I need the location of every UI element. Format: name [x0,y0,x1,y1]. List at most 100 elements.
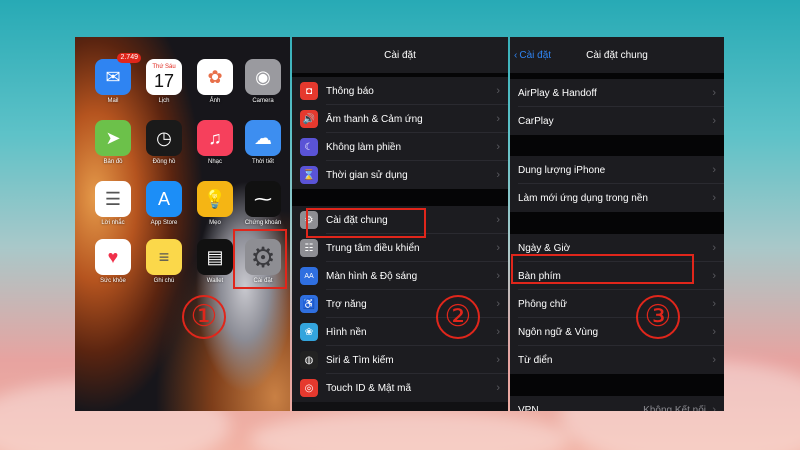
step-2-marker: ② [436,295,480,339]
app-label: Đồng hồ [152,159,176,165]
sound-icon: 🔊 [300,110,318,128]
app-mail[interactable]: ✉ 2.749 Mail [91,53,141,104]
step-1-marker: ① [182,295,226,339]
general-row-highlight [306,208,426,238]
general-title: Cài đặt chung [586,49,648,61]
chevron-right-icon: › [496,214,500,226]
settings-row-touch-id-mat-ma[interactable]: ◎ Touch ID & Mật mã › [292,374,508,402]
app-label: Mail [107,98,119,104]
app-wallet[interactable]: ▤ Wallet [193,239,237,284]
settings-row-airplay-handoff[interactable]: AirPlay & Handoff › [510,79,724,107]
back-label: Cài đặt [519,49,552,61]
app-ban-do[interactable]: ➤ Bản đồ [91,120,135,165]
settings-row-am-thanh-cam-ung[interactable]: 🔊 Âm thanh & Cảm ứng › [292,105,508,133]
row-label: CarPlay [518,115,554,127]
app-app-store[interactable]: A App Store [142,181,186,226]
settings-row-carplay[interactable]: CarPlay › [510,107,724,135]
chevron-right-icon: › [712,164,716,176]
chevron-right-icon: › [496,382,500,394]
app-label: Bản đồ [103,159,123,165]
app-label: Nhạc [207,159,222,165]
app-lich[interactable]: Thứ Sáu 17 Lịch [142,59,186,104]
row-label: Thông báo [326,85,374,97]
chevron-right-icon: › [712,354,716,366]
app-label: Lời nhắc [101,220,125,226]
row-label: Trợ năng [326,298,367,310]
chevron-right-icon: › [712,326,716,338]
app-label: Chứng khoán [244,220,282,226]
app-loi-nhac[interactable]: ☰ Lời nhắc [91,181,135,226]
chevron-right-icon: › [712,404,716,411]
health-icon: ♥ [95,239,131,275]
settings-row-dung-luong-iphone[interactable]: Dung lượng iPhone › [510,156,724,184]
settings-screen: Cài đặt ◘ Thông báo › 🔊 Âm thanh & Cảm ứng › ☾… [292,37,508,411]
settings-row-khong-lam-phien[interactable]: ☾ Không làm phiền › [292,133,508,161]
calendar-icon: Thứ Sáu 17 [146,59,182,95]
tips-icon: 💡 [197,181,233,217]
settings-row-man-hinh-do-sang[interactable]: AA Màn hình & Độ sáng › [292,262,508,290]
row-label: Phông chữ [518,298,567,310]
app-dong-ho[interactable]: ◷ Đồng hồ [142,120,186,165]
group-separator [510,212,724,234]
settings-row-tu-dien[interactable]: Từ điển › [510,346,724,374]
chevron-right-icon: › [712,270,716,282]
stocks-icon: ⁓ [245,181,281,217]
step-3-marker: ③ [636,295,680,339]
app-camera[interactable]: ◉ Camera [241,59,285,104]
notes-icon: ≡ [146,239,182,275]
settings-row-trung-tam-dieu-khien[interactable]: ☷ Trung tâm điều khiển › [292,234,508,262]
app-anh[interactable]: ✿ Ảnh [193,59,237,104]
settings-app-highlight [233,229,287,289]
chevron-right-icon: › [496,326,500,338]
chevron-right-icon: › [712,298,716,310]
row-label: Màn hình & Độ sáng [326,270,418,282]
background-cloud [250,410,570,450]
photos-icon: ✿ [197,59,233,95]
row-label: Siri & Tìm kiếm [326,354,394,366]
screen-time-icon: ⌛ [300,166,318,184]
app-suc-khoe[interactable]: ♥ Sức khỏe [91,239,135,284]
app-label: Ghi chú [153,278,175,284]
control-center-icon: ☷ [300,239,318,257]
app-meo[interactable]: 💡 Mẹo [193,181,237,226]
app-nhac[interactable]: ♫ Nhạc [193,120,237,165]
row-label: Âm thanh & Cảm ứng [326,113,423,125]
wallet-icon: ▤ [197,239,233,275]
notifications-icon: ◘ [300,82,318,100]
settings-row-lam-moi-ung-dung-trong-nen[interactable]: Làm mới ứng dụng trong nền › [510,184,724,212]
group-separator [510,135,724,156]
chevron-right-icon: › [496,354,500,366]
settings-row-vpn[interactable]: VPN Không Kết nối › [510,396,724,411]
settings-row-thong-bao[interactable]: ◘ Thông báo › [292,77,508,105]
back-button[interactable]: ‹ Cài đặt [514,50,551,61]
chevron-right-icon: › [496,242,500,254]
music-icon: ♫ [197,120,233,156]
app-chung-khoan[interactable]: ⁓ Chứng khoán [241,181,285,226]
settings-row-phong-chu[interactable]: Phông chữ › [510,290,724,318]
accessibility-icon: ♿ [300,295,318,313]
weather-icon: ☁ [245,120,281,156]
app-thoi-tiet[interactable]: ☁ Thời tiết [241,120,285,165]
chevron-right-icon: › [496,141,500,153]
settings-row-thoi-gian-su-dung[interactable]: ⌛ Thời gian sử dụng › [292,161,508,189]
row-label: Hình nền [326,326,367,338]
home-screen: ✉ 2.749 Mail Thứ Sáu 17 Lịch ✿ Ảnh ◉ Camera ➤ Bản đ… [75,37,290,411]
app-label: Thời tiết [252,159,274,165]
settings-title: Cài đặt [384,49,416,61]
app-ghi-chu[interactable]: ≡ Ghi chú [142,239,186,284]
row-label: Ngôn ngữ & Vùng [518,326,599,338]
chevron-right-icon: › [496,270,500,282]
row-label: Dung lượng iPhone [518,164,606,176]
maps-icon: ➤ [95,120,131,156]
app-label: Ảnh [209,98,221,104]
group-separator [292,189,508,206]
calendar-weekday: Thứ Sáu [152,63,176,70]
siri-icon: ◍ [300,351,318,369]
app-label: Mẹo [209,220,221,226]
row-label: Làm mới ứng dụng trong nền [518,192,648,204]
app-label: Lịch [158,98,170,104]
app-store-icon: A [146,181,182,217]
settings-row-siri-tim-kiem[interactable]: ◍ Siri & Tìm kiếm › [292,346,508,374]
chevron-right-icon: › [496,85,500,97]
settings-row-ngon-ngu-vung[interactable]: Ngôn ngữ & Vùng › [510,318,724,346]
